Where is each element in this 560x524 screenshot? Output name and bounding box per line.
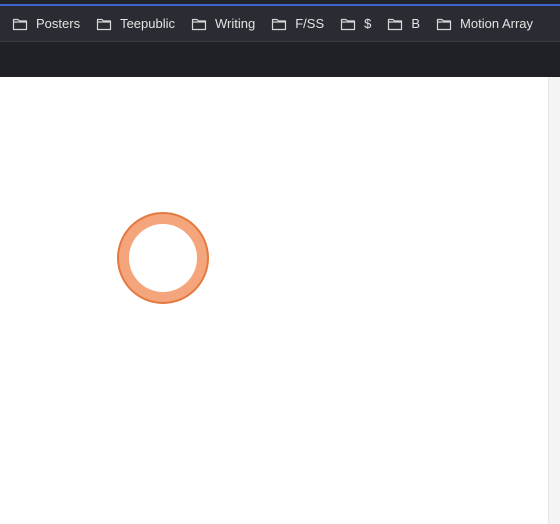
- folder-icon: [341, 18, 356, 30]
- click-indicator-center: [129, 224, 197, 292]
- folder-icon: [191, 18, 207, 30]
- browser-window: Posters Teepublic Writing F/SS $ B Motio…: [0, 0, 560, 524]
- bookmark-label: Writing: [215, 16, 256, 31]
- bookmark-label: Teepublic: [120, 16, 176, 31]
- bookmark-label: $: [364, 16, 372, 31]
- secondary-toolbar: [0, 42, 560, 77]
- page-content[interactable]: [0, 77, 548, 524]
- bookmark-motion-array[interactable]: Motion Array: [436, 11, 533, 37]
- bookmarks-bar: Posters Teepublic Writing F/SS $ B Motio…: [0, 6, 560, 41]
- folder-icon: [12, 18, 28, 30]
- bookmark-writing[interactable]: Writing: [191, 11, 255, 37]
- bookmark-label: Posters: [36, 16, 81, 31]
- bookmark-dollar[interactable]: $: [340, 11, 371, 37]
- bookmark-fss[interactable]: F/SS: [271, 11, 324, 37]
- vertical-scrollbar[interactable]: [548, 77, 560, 524]
- bookmark-label: B: [411, 16, 421, 31]
- bookmark-b[interactable]: B: [387, 11, 420, 37]
- folder-icon: [436, 18, 452, 30]
- folder-icon: [272, 18, 287, 30]
- bookmark-label: Motion Array: [460, 16, 534, 31]
- click-indicator-ring: [117, 212, 209, 304]
- bookmark-label: F/SS: [295, 16, 325, 31]
- folder-icon: [96, 18, 112, 30]
- bookmark-teepublic[interactable]: Teepublic: [96, 11, 175, 37]
- bookmark-posters[interactable]: Posters: [12, 11, 80, 37]
- folder-icon: [388, 18, 403, 30]
